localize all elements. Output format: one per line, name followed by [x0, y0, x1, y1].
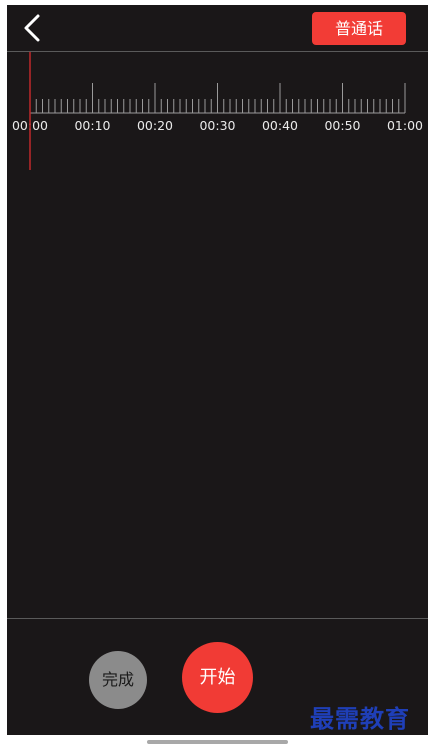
ruler-tick-label: 01:00 — [387, 118, 423, 133]
start-button[interactable]: 开始 — [182, 642, 253, 713]
home-indicator[interactable] — [147, 740, 288, 744]
timeline-ruler[interactable]: 00:00 00:10 00:20 00:30 00:40 00:50 01:00 — [7, 52, 428, 172]
ruler-tick-label: 00:10 — [74, 118, 110, 133]
recorder-screen: 普通话 00:00 00:10 00:20 00:30 00:40 00:50 01:00 … — [7, 5, 428, 735]
ruler-tick-label: 00:20 — [137, 118, 173, 133]
done-button[interactable]: 完成 — [89, 651, 147, 709]
ruler-tick-label: 00:50 — [324, 118, 360, 133]
ruler-tick-label: 00:30 — [199, 118, 235, 133]
language-button[interactable]: 普通话 — [312, 12, 406, 45]
ruler-svg: 00:00 00:10 00:20 00:30 00:40 00:50 01:00 — [12, 52, 423, 170]
chevron-left-icon — [24, 14, 40, 42]
top-bar: 普通话 — [7, 5, 428, 52]
back-button[interactable] — [18, 13, 48, 43]
watermark-text: 最需教育 — [310, 704, 410, 733]
ruler-tick-label: 00:40 — [262, 118, 298, 133]
